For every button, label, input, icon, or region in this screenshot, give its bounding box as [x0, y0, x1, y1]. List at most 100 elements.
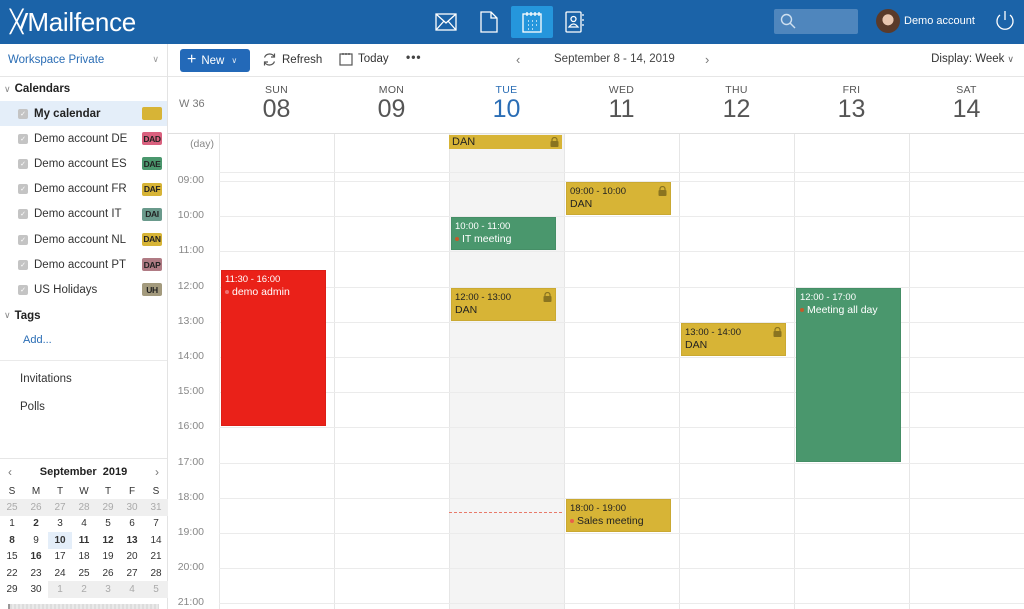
calendar-color-badge[interactable]: DAF [142, 182, 162, 196]
mini-calendar-day[interactable]: 5 [96, 516, 120, 532]
account-menu[interactable]: Demo account [876, 9, 975, 33]
checkbox[interactable]: ✓ [18, 184, 28, 195]
mini-calendar-day[interactable]: 3 [48, 516, 72, 532]
mini-calendar-day[interactable]: 23 [24, 565, 48, 581]
checkbox[interactable]: ✓ [18, 108, 28, 119]
workspace-selector[interactable]: Workspace Private ∨ [0, 44, 167, 77]
checkbox[interactable]: ✓ [18, 259, 28, 270]
tags-section-toggle[interactable]: ∨ Tags [0, 304, 167, 328]
horizontal-scrollbar[interactable] [8, 603, 159, 609]
mini-calendar-day[interactable]: 25 [0, 499, 24, 516]
day-header-tue[interactable]: TUE 10 [449, 78, 564, 134]
chevron-down-icon[interactable]: ∨ [231, 56, 237, 65]
mini-calendar-day[interactable]: 28 [72, 499, 96, 516]
mini-calendar-day[interactable]: 27 [48, 499, 72, 516]
invitations-link[interactable]: Invitations [0, 365, 167, 393]
day-header-wed[interactable]: WED 11 [564, 78, 679, 134]
polls-link[interactable]: Polls [0, 393, 167, 421]
mailfence-logo[interactable]: ╳/ Mailfence [10, 6, 136, 38]
calendar-color-badge[interactable]: DAE [142, 157, 162, 171]
calendar-color-badge[interactable]: DAP [142, 258, 162, 272]
mini-calendar-today[interactable]: 10 [48, 532, 72, 549]
more-options-button[interactable]: ••• [406, 50, 422, 64]
day-header-thu[interactable]: THU 12 [679, 78, 794, 134]
calendar-event[interactable]: 18:00 - 19:00 Sales meeting [566, 498, 671, 532]
mini-calendar-day[interactable]: 12 [96, 532, 120, 548]
allday-event[interactable]: DAN [449, 135, 562, 149]
mini-calendar-day[interactable]: 22 [0, 565, 24, 581]
calendar-item[interactable]: ✓ Demo account IT DAI [0, 202, 167, 227]
mini-calendar-day[interactable]: 8 [0, 532, 24, 548]
prev-month-button[interactable]: ‹ [8, 465, 12, 479]
refresh-button[interactable]: Refresh [262, 52, 322, 67]
mini-calendar-day[interactable]: 28 [144, 565, 168, 581]
mini-calendar-day[interactable]: 16 [24, 549, 48, 565]
mini-calendar-day[interactable]: 7 [144, 516, 168, 532]
calendar-item[interactable]: ✓ US Holidays UH [0, 277, 167, 302]
mini-calendar-day[interactable]: 15 [0, 549, 24, 565]
checkbox[interactable]: ✓ [18, 133, 28, 144]
mini-calendar-day[interactable]: 30 [120, 499, 144, 516]
next-week-button[interactable]: › [705, 52, 709, 67]
calendar-event[interactable]: 12:00 - 17:00 Meeting all day [796, 287, 901, 462]
mini-calendar-day[interactable]: 30 [24, 581, 48, 597]
app-documents-button[interactable] [468, 6, 510, 38]
checkbox[interactable]: ✓ [18, 209, 28, 220]
mini-calendar-day[interactable]: 17 [48, 549, 72, 565]
today-button[interactable]: Today [339, 52, 389, 66]
mini-calendar-day[interactable]: 27 [120, 565, 144, 581]
calendar-item[interactable]: ✓ Demo account FR DAF [0, 177, 167, 202]
calendar-event[interactable]: 11:30 - 16:00 demo admin [221, 270, 326, 427]
mini-calendar-day[interactable]: 3 [96, 581, 120, 598]
app-mail-button[interactable] [425, 6, 467, 38]
calendar-event[interactable]: 09:00 - 10:00 DAN [566, 182, 671, 216]
mini-calendar-day[interactable]: 4 [72, 516, 96, 532]
mini-calendar-day[interactable]: 6 [120, 516, 144, 532]
calendars-section-toggle[interactable]: ∨ Calendars [0, 77, 167, 101]
calendar-item[interactable]: ✓ Demo account NL DAN [0, 227, 167, 252]
calendar-color-badge[interactable]: UH [142, 283, 162, 297]
calendar-item[interactable]: ✓ Demo account DE DAD [0, 126, 167, 151]
mini-calendar-day[interactable]: 9 [24, 532, 48, 548]
mini-calendar-day[interactable]: 26 [96, 565, 120, 581]
mini-calendar-day[interactable]: 2 [24, 516, 48, 532]
mini-calendar-day[interactable]: 31 [144, 499, 168, 516]
mini-calendar-day[interactable]: 25 [72, 565, 96, 581]
mini-calendar-day[interactable]: 21 [144, 549, 168, 565]
mini-calendar-day[interactable]: 18 [72, 549, 96, 565]
mini-calendar-day[interactable]: 13 [120, 532, 144, 548]
calendar-color-badge[interactable] [142, 107, 162, 120]
next-month-button[interactable]: › [155, 465, 159, 479]
day-header-mon[interactable]: MON 09 [334, 78, 449, 134]
calendar-color-badge[interactable]: DAI [142, 207, 162, 221]
calendar-color-badge[interactable]: DAD [142, 132, 162, 146]
calendar-item[interactable]: ✓ My calendar [0, 101, 167, 127]
mini-calendar-day[interactable]: 1 [48, 581, 72, 598]
mini-calendar-day[interactable]: 29 [96, 499, 120, 516]
app-calendar-button[interactable] [511, 6, 553, 38]
checkbox[interactable]: ✓ [18, 284, 28, 295]
mini-calendar-day[interactable]: 11 [72, 532, 96, 548]
calendar-item[interactable]: ✓ Demo account PT DAP [0, 252, 167, 277]
calendar-color-badge[interactable]: DAN [142, 232, 162, 246]
mini-calendar-day[interactable]: 1 [0, 516, 24, 532]
mini-calendar-day[interactable]: 26 [24, 499, 48, 516]
mini-calendar-day[interactable]: 19 [96, 549, 120, 565]
day-header-fri[interactable]: FRI 13 [794, 78, 909, 134]
mini-calendar-day[interactable]: 4 [120, 581, 144, 598]
display-mode-dropdown[interactable]: Display: Week ∨ [931, 53, 1014, 65]
day-header-sat[interactable]: SAT 14 [909, 78, 1024, 134]
new-event-button[interactable]: + New ∨ [180, 49, 250, 72]
mini-calendar-day[interactable]: 24 [48, 565, 72, 581]
calendar-item[interactable]: ✓ Demo account ES DAE [0, 151, 167, 176]
checkbox[interactable]: ✓ [18, 234, 28, 245]
add-tag-link[interactable]: Add... [0, 328, 167, 352]
mini-calendar-day[interactable]: 5 [144, 581, 168, 598]
mini-calendar-day[interactable]: 14 [144, 532, 168, 548]
logout-button[interactable] [994, 10, 1016, 37]
week-grid[interactable]: (day) 09:00 10:00 11:00 12:00 13:00 14:00 15:0… [168, 134, 1024, 609]
mini-calendar-day[interactable]: 29 [0, 581, 24, 597]
previous-week-button[interactable]: ‹ [516, 52, 520, 67]
day-header-sun[interactable]: SUN 08 [219, 78, 334, 134]
calendar-event[interactable]: 12:00 - 13:00 DAN [451, 287, 556, 321]
